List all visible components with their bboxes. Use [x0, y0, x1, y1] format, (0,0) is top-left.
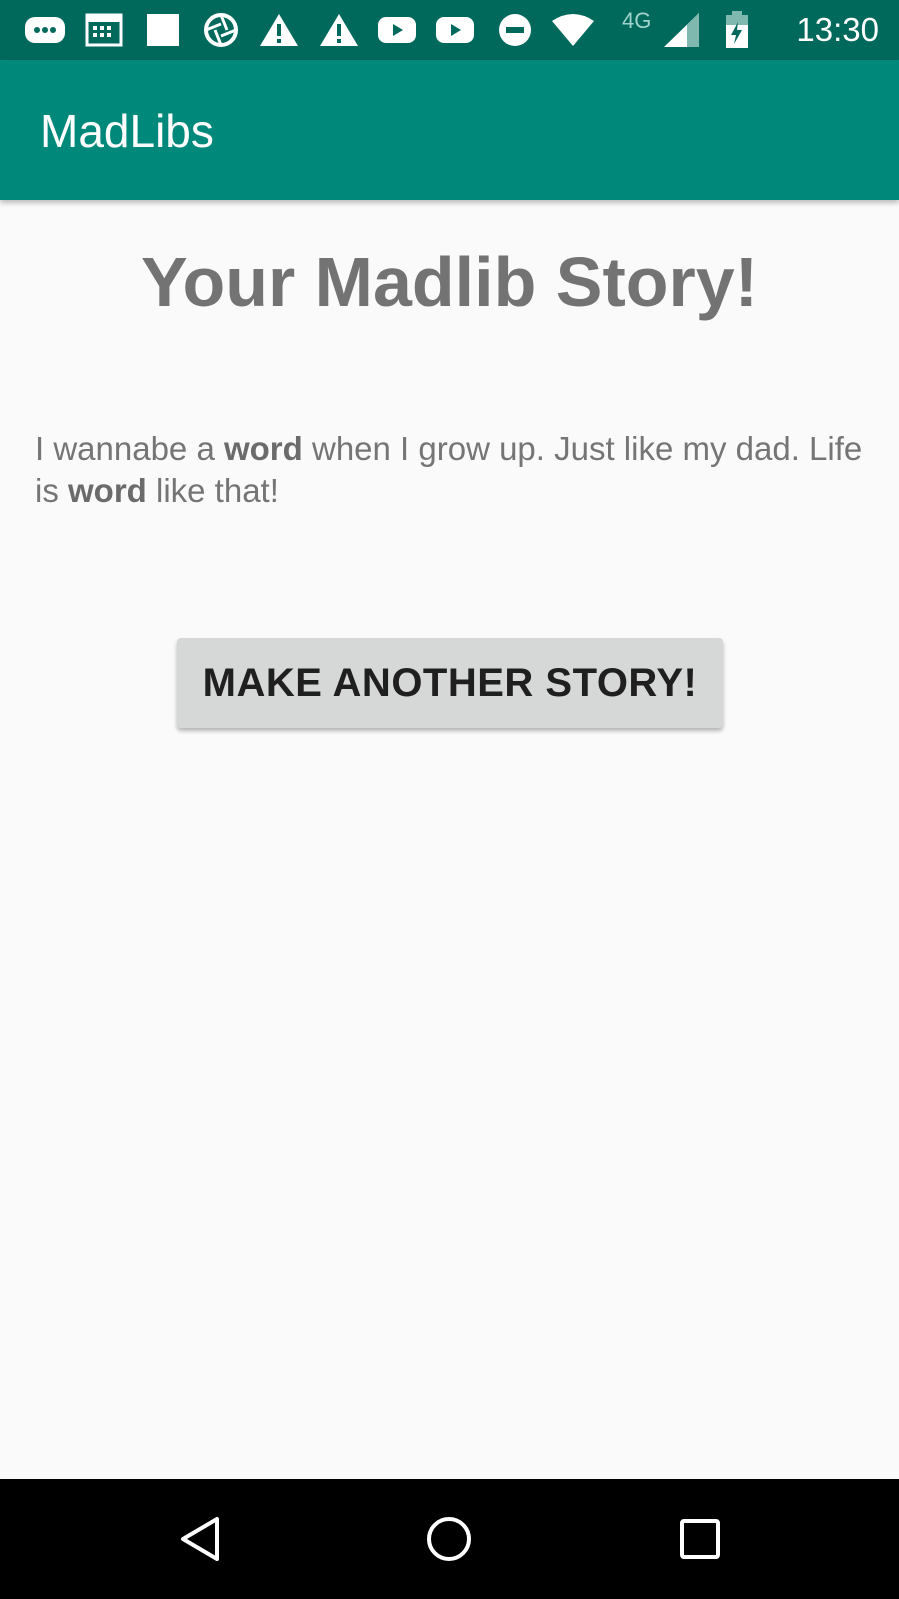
status-bar-clock: 13:30 [796, 11, 879, 48]
recents-icon[interactable] [670, 1509, 730, 1569]
app-title: MadLibs [40, 105, 214, 157]
warning-icon [258, 12, 300, 48]
main-content: Your Madlib Story! I wannabe a word when… [0, 200, 899, 1480]
story-heading: Your Madlib Story! [140, 243, 759, 321]
youtube-icon [376, 12, 418, 48]
calendar-icon [84, 12, 124, 48]
story-word-highlight: word [68, 472, 147, 509]
story-word-highlight: word [223, 430, 303, 467]
navigation-bar [0, 1479, 899, 1599]
story-text-part: I wannabe a [35, 430, 224, 467]
wifi-icon [550, 12, 596, 48]
app-screen: 4G 13:30 MadLibs Your Madlib Story! I wa… [0, 0, 899, 1599]
youtube-icon [434, 12, 476, 48]
home-icon[interactable] [419, 1509, 479, 1569]
network-type-label: 4G [622, 8, 652, 33]
story-text: I wannabe a word when I grow up. Just li… [35, 428, 865, 512]
app-bar: MadLibs [0, 60, 899, 200]
make-another-story-button[interactable]: MAKE ANOTHER STORY! [177, 638, 723, 728]
status-bar: 4G 13:30 [0, 0, 899, 60]
warning-icon [318, 12, 360, 48]
battery-charging-icon [722, 11, 752, 48]
story-text-part: like that! [146, 472, 279, 509]
cell-signal-icon [662, 12, 702, 48]
aperture-icon [202, 12, 240, 48]
back-icon[interactable] [170, 1509, 230, 1569]
square-notification-icon [145, 12, 181, 48]
do-not-disturb-icon [496, 12, 534, 48]
messaging-icon [22, 12, 68, 48]
